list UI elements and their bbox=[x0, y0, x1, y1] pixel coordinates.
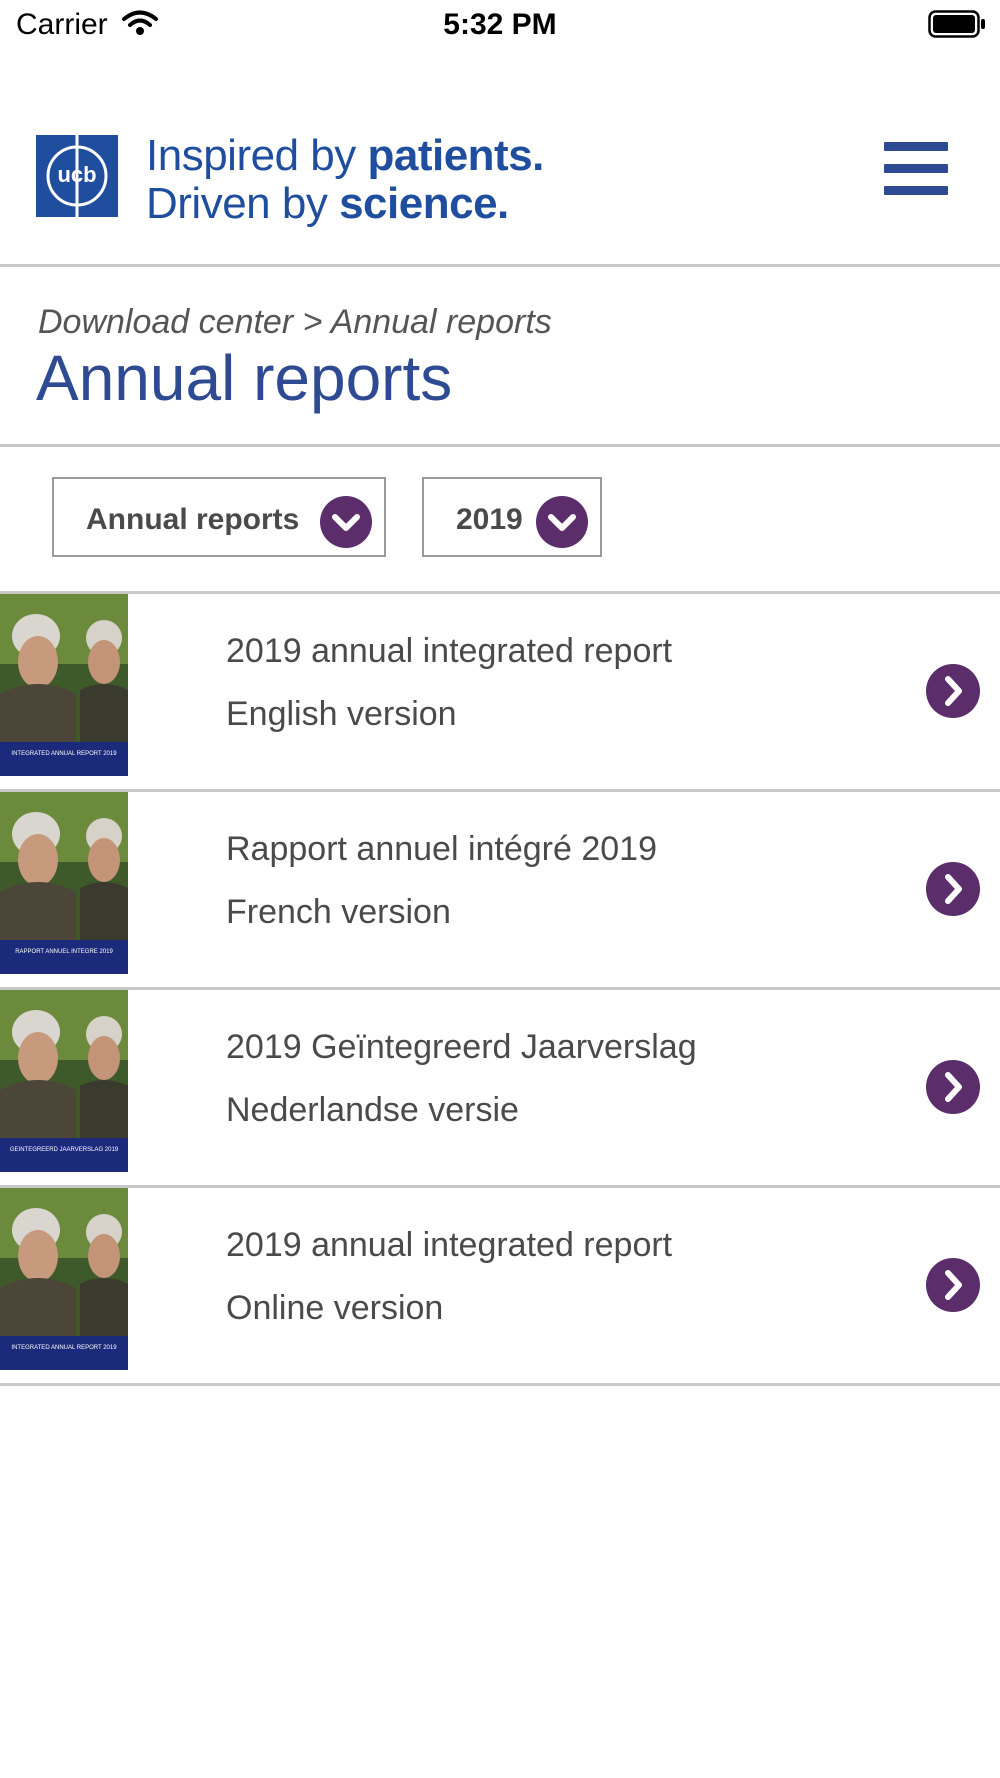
year-select[interactable]: 2019 bbox=[422, 477, 602, 557]
chevron-right-icon[interactable] bbox=[926, 664, 980, 718]
ucb-logo[interactable]: ucb bbox=[36, 135, 118, 217]
page-heading-section: Download center > Annual reports Annual … bbox=[0, 267, 1000, 447]
tagline-line-1: Inspired by patients. bbox=[146, 131, 544, 180]
svg-text:INTEGRATED ANNUAL REPORT 2019: INTEGRATED ANNUAL REPORT 2019 bbox=[11, 751, 117, 757]
app-header: ucb Inspired by patients. Driven by scie… bbox=[0, 52, 1000, 267]
report-title: 2019 annual integrated report bbox=[226, 632, 673, 670]
logo-text: ucb bbox=[57, 162, 96, 187]
report-title: 2019 Geïntegreerd Jaarverslag bbox=[226, 1028, 697, 1066]
chevron-down-icon bbox=[320, 496, 372, 548]
report-subtitle: Nederlandse versie bbox=[226, 1091, 519, 1129]
report-subtitle: French version bbox=[226, 893, 451, 931]
report-cover-thumbnail: GEINTEGREERD JAARVERSLAG 2019 bbox=[0, 990, 128, 1172]
report-row[interactable]: RAPPORT ANNUEL INTEGRE 2019 Rapport annu… bbox=[0, 792, 1000, 990]
chevron-right-icon[interactable] bbox=[926, 1060, 980, 1114]
hamburger-menu-icon[interactable] bbox=[884, 142, 948, 198]
svg-text:INTEGRATED ANNUAL REPORT 2019: INTEGRATED ANNUAL REPORT 2019 bbox=[11, 1345, 117, 1351]
report-subtitle: English version bbox=[226, 695, 457, 733]
breadcrumb: Download center > Annual reports bbox=[38, 303, 552, 341]
year-select-value: 2019 bbox=[456, 503, 523, 536]
status-bar: Carrier 5:32 PM bbox=[0, 0, 1000, 52]
report-subtitle: Online version bbox=[226, 1289, 444, 1327]
svg-text:RAPPORT ANNUEL INTEGRE 2019: RAPPORT ANNUEL INTEGRE 2019 bbox=[15, 949, 113, 955]
svg-text:GEINTEGREERD JAARVERSLAG 2019: GEINTEGREERD JAARVERSLAG 2019 bbox=[10, 1147, 119, 1153]
chevron-right-icon[interactable] bbox=[926, 1258, 980, 1312]
battery-icon bbox=[928, 10, 985, 38]
chevron-down-icon bbox=[536, 496, 588, 548]
page-title: Annual reports bbox=[36, 342, 453, 414]
tagline: Inspired by patients. Driven by science. bbox=[146, 132, 544, 228]
report-cover-thumbnail: RAPPORT ANNUEL INTEGRE 2019 bbox=[0, 792, 128, 974]
report-cover-thumbnail: INTEGRATED ANNUAL REPORT 2019 bbox=[0, 594, 128, 776]
chevron-right-icon[interactable] bbox=[926, 862, 980, 916]
clock: 5:32 PM bbox=[443, 8, 557, 41]
category-select[interactable]: Annual reports bbox=[52, 477, 386, 557]
report-title: 2019 annual integrated report bbox=[226, 1226, 673, 1264]
filter-bar: Annual reports 2019 bbox=[0, 447, 1000, 594]
report-list: INTEGRATED ANNUAL REPORT 2019 2019 annua… bbox=[0, 594, 1000, 1386]
tagline-line-2: Driven by science. bbox=[146, 179, 509, 228]
report-row[interactable]: INTEGRATED ANNUAL REPORT 2019 2019 annua… bbox=[0, 594, 1000, 792]
report-row[interactable]: INTEGRATED ANNUAL REPORT 2019 2019 annua… bbox=[0, 1188, 1000, 1386]
report-cover-thumbnail: INTEGRATED ANNUAL REPORT 2019 bbox=[0, 1188, 128, 1370]
category-select-value: Annual reports bbox=[86, 503, 300, 536]
report-row[interactable]: GEINTEGREERD JAARVERSLAG 2019 2019 Geïnt… bbox=[0, 990, 1000, 1188]
report-title: Rapport annuel intégré 2019 bbox=[226, 830, 657, 868]
